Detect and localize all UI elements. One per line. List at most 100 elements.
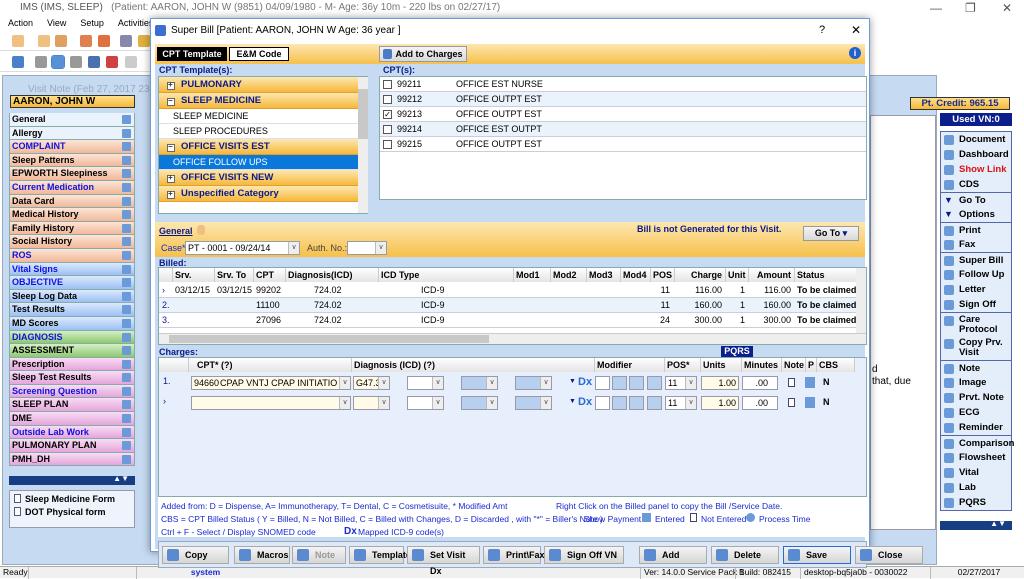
nav-item-sleep-test-results[interactable]: Sleep Test Results [9,371,135,385]
action-print[interactable]: Print [941,222,1011,237]
cpt-checkbox[interactable] [383,95,392,104]
billed-row[interactable]: 3. 27096 724.02 ICD-9 24 300.00 1 300.00 To be c… [159,313,856,328]
remove-icon[interactable] [70,56,82,68]
minutes-stepper[interactable]: .00 [742,396,778,410]
edit-note-icon[interactable] [122,454,131,464]
expand-icon[interactable]: + [168,186,173,202]
units-input[interactable]: 1.00 [701,396,739,410]
nav-item-sleep-patterns[interactable]: Sleep Patterns [9,153,135,168]
dialog-close-button[interactable]: ✕ [851,23,861,37]
patient-edit-icon[interactable] [38,35,50,47]
edit-note-icon[interactable] [122,223,131,233]
minutes-stepper[interactable]: .00 [742,376,778,390]
billed-col-srv-to[interactable]: Srv. To [215,268,254,282]
cpt-input[interactable]: ∨ [191,396,351,410]
action-prvt-note[interactable]: Prvt. Note [941,390,1011,405]
nav-item-test-results[interactable]: Test Results [9,303,135,317]
action-image[interactable]: Image [941,375,1011,390]
icd-4-select[interactable]: ∨ [515,396,552,410]
billed-row[interactable]: › 03/12/15 03/12/15 99202 724.02 ICD-9 11 116.0… [159,283,865,298]
triangle-down-icon[interactable]: ▼ [569,395,576,409]
charges-col-minutes[interactable]: Minutes [742,358,782,372]
edit-note-icon[interactable] [122,318,131,328]
modifier-4-input[interactable] [647,396,662,410]
edit-note-icon[interactable] [122,196,131,206]
action-reminder[interactable]: Reminder [941,420,1011,435]
nav-item-md-scores[interactable]: MD Scores [9,316,135,331]
nav-item-diagnosis[interactable]: DIAGNOSIS [9,330,135,345]
nav-item-social-history[interactable]: Social History [9,235,135,249]
case-select[interactable]: PT - 0001 - 09/24/14 ∨ [185,241,300,255]
tab-em-code[interactable]: E&M Code [229,47,289,61]
menu-action[interactable]: Action [8,18,33,28]
heart-icon[interactable] [106,56,118,68]
nav-item-prescription[interactable]: Prescription [9,357,135,372]
charges-col-cpt[interactable]: CPT* (?) [189,358,352,372]
report-icon[interactable] [120,35,132,47]
nav-scroll-arrows[interactable]: ▲▼ [9,474,135,485]
note-text-area[interactable]: d that, due [870,115,936,530]
action-ecg[interactable]: ECG [941,405,1011,420]
pos-select[interactable]: 11 ∨ [665,376,697,390]
set-visit-dx-button[interactable]: Set Visit Dx [407,546,480,576]
billed-col-srv-from[interactable]: Srv. From [173,268,215,294]
action-sign-off[interactable]: Sign Off [941,297,1011,312]
template-item-office-follow-ups[interactable]: OFFICE FOLLOW UPS [159,155,367,170]
nav-item-epworth-sleepiness[interactable]: EPWORTH Sleepiness [9,167,135,181]
units-input[interactable]: 1.00 [701,376,739,390]
nav-item-family-history[interactable]: Family History [9,221,135,236]
icd-3-select[interactable]: ∨ [461,396,498,410]
nav-item-objective[interactable]: OBJECTIVE [9,276,135,290]
note-icon[interactable] [788,398,795,407]
action-lab[interactable]: Lab [941,480,1011,495]
edit-note-icon[interactable] [122,386,131,396]
nav-item-dme[interactable]: DME [9,412,135,426]
help-button[interactable]: ? [819,24,825,36]
charges-col-pos[interactable]: POS* [665,358,701,372]
icd-2-select[interactable]: ∨ [407,376,444,390]
billed-col-pos[interactable]: POS [651,268,675,282]
template-category-office-visits-new[interactable]: + OFFICE VISITS NEW [159,170,367,186]
edit-note-icon[interactable] [122,250,131,260]
close-button[interactable]: Close [855,546,923,564]
template-item-sleep-medicine[interactable]: SLEEP MEDICINE [159,109,367,124]
nav-item-sleep-plan[interactable]: SLEEP PLAN [9,398,135,413]
action-care-protocol[interactable]: Care Protocol [941,312,1011,336]
template-button[interactable]: Template [349,546,411,564]
lab-icon[interactable] [138,35,150,47]
form-dot-physical-form[interactable]: DOT Physical form [14,507,130,520]
edit-note-icon[interactable] [122,155,131,165]
charges-col-note[interactable]: Note [782,358,806,372]
action-show-link[interactable]: Show Link [941,162,1011,177]
charges-col-diagnosis-icd[interactable]: Diagnosis (ICD) (?) [352,358,595,372]
action-comparison[interactable]: Comparison [941,435,1014,450]
billed-col-mod3[interactable]: Mod3 [587,268,621,282]
first-icon[interactable] [125,56,137,68]
billed-vertical-scrollbar[interactable] [856,268,866,334]
cpt-input[interactable]: ∨ 94660 CPAP VNTJ CPAP INITIATIO [191,376,351,390]
edit-note-icon[interactable] [122,291,131,301]
billed-row[interactable]: 2. 11100 724.02 ICD-9 11 160.00 1 160.00 To be c… [159,298,856,313]
charges-col-cbs[interactable]: CBS [817,358,855,372]
cpt-row[interactable]: ✓ 99213 OFFICE OUTPT EST [380,107,866,122]
nav-item-general[interactable]: General [9,113,135,127]
nav-item-data-card[interactable]: Data Card [9,194,135,209]
save-button[interactable]: Save [783,546,851,564]
action-document[interactable]: Document [941,132,1011,147]
action-super-bill[interactable]: Super Bill [941,252,1011,267]
cpt-row[interactable]: 99212 OFFICE OUTPT EST [380,92,866,107]
note-icon[interactable] [788,378,795,387]
info-icon[interactable]: i [849,47,861,59]
pos-select[interactable]: 11 ∨ [665,396,697,410]
billed-col-status[interactable]: Status [795,268,863,282]
cpt-checkbox[interactable]: ✓ [383,110,392,119]
modifier-2-input[interactable] [612,376,627,390]
nav-item-pmh-dh[interactable]: PMH_DH [9,452,135,467]
edit-note-icon[interactable] [122,169,131,179]
billed-col-charge[interactable]: Charge [675,268,726,282]
action-options[interactable]: ▼ Options [941,207,1011,222]
macros-button[interactable]: Macros [234,546,290,564]
minimize-icon[interactable]: — [930,0,942,16]
action-pqrs[interactable]: PQRS [941,495,1011,510]
sign-off-vn-button[interactable]: Sign Off VN [544,546,624,564]
